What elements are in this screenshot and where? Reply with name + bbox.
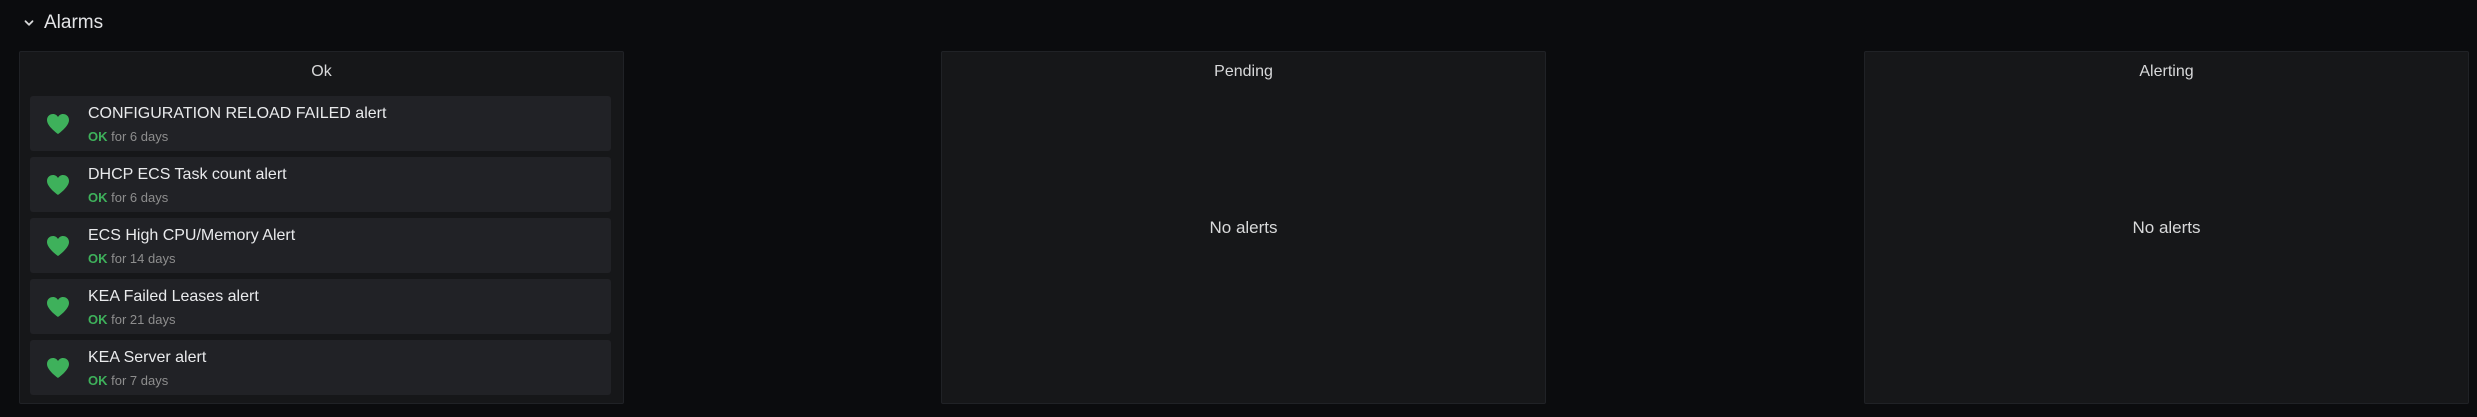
alert-name[interactable]: ECS High CPU/Memory Alert [88, 227, 295, 245]
panel-title-ok[interactable]: Ok [20, 62, 623, 82]
panel-title-alerting[interactable]: Alerting [1865, 62, 2468, 82]
alert-item[interactable]: CONFIGURATION RELOAD FAILED alert OK for… [30, 96, 611, 151]
alert-item[interactable]: KEA Failed Leases alert OK for 21 days [30, 279, 611, 334]
heart-icon [46, 235, 70, 257]
panel-pending: Pending No alerts [941, 51, 1546, 404]
row-title: Alarms [44, 12, 104, 33]
alert-duration: for 6 days [111, 190, 169, 205]
alert-name[interactable]: DHCP ECS Task count alert [88, 166, 287, 184]
alert-list: CONFIGURATION RELOAD FAILED alert OK for… [30, 96, 611, 401]
heart-icon [46, 357, 70, 379]
alert-state-line: OK for 6 days [88, 190, 168, 205]
alert-duration: for 14 days [111, 251, 176, 266]
alert-item[interactable]: ECS High CPU/Memory Alert OK for 14 days [30, 218, 611, 273]
alert-duration: for 21 days [111, 312, 176, 327]
heart-icon [46, 174, 70, 196]
heart-icon [46, 296, 70, 318]
alert-state-line: OK for 14 days [88, 251, 175, 266]
alert-state: OK [88, 373, 108, 388]
no-alerts-text: No alerts [1209, 218, 1278, 237]
heart-icon [46, 113, 70, 135]
alert-duration: for 7 days [111, 373, 169, 388]
alert-state: OK [88, 129, 108, 144]
panel-title-pending[interactable]: Pending [942, 62, 1545, 82]
alert-state: OK [88, 190, 108, 205]
no-alerts-text: No alerts [2132, 218, 2201, 237]
alert-name[interactable]: KEA Server alert [88, 349, 206, 367]
alert-duration: for 6 days [111, 129, 169, 144]
alert-state-line: OK for 6 days [88, 129, 168, 144]
panel-alerting: Alerting No alerts [1864, 51, 2469, 404]
alert-item[interactable]: KEA Server alert OK for 7 days [30, 340, 611, 395]
alert-name[interactable]: KEA Failed Leases alert [88, 288, 259, 306]
alert-name[interactable]: CONFIGURATION RELOAD FAILED alert [88, 105, 386, 123]
panel-ok: Ok CONFIGURATION RELOAD FAILED alert OK … [19, 51, 624, 404]
alert-state-line: OK for 21 days [88, 312, 175, 327]
chevron-down-icon [22, 16, 36, 30]
alert-state: OK [88, 251, 108, 266]
alert-item[interactable]: DHCP ECS Task count alert OK for 6 days [30, 157, 611, 212]
alert-state-line: OK for 7 days [88, 373, 168, 388]
alert-state: OK [88, 312, 108, 327]
row-header-alarms[interactable]: Alarms [22, 10, 103, 36]
